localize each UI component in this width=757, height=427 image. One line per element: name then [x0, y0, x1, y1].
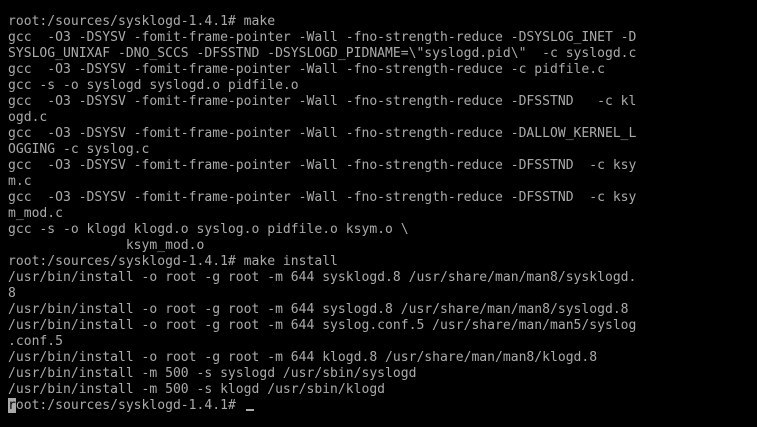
terminal-line: ksym_mod.o — [8, 238, 205, 253]
text-cursor-icon — [245, 409, 254, 411]
terminal-line: OGGING -c syslog.c — [8, 142, 150, 157]
terminal-line: gcc -O3 -DSYSV -fomit-frame-pointer -Wal… — [8, 62, 605, 77]
terminal-line: .conf.5 — [8, 334, 63, 349]
terminal-line: /usr/bin/install -o root -g root -m 644 … — [8, 350, 598, 365]
terminal-line: gcc -O3 -DSYSV -fomit-frame-pointer -Wal… — [8, 158, 637, 173]
terminal-screen[interactable]: root:/sources/sysklogd-1.4.1# make gcc -… — [0, 0, 757, 427]
terminal-line: /usr/bin/install -o root -g root -m 644 … — [8, 270, 637, 285]
terminal-line: m_mod.c — [8, 206, 63, 221]
terminal-line: gcc -O3 -DSYSV -fomit-frame-pointer -Wal… — [8, 126, 637, 141]
terminal-line: /usr/bin/install -o root -g root -m 644 … — [8, 318, 637, 333]
terminal-line: root:/sources/sysklogd-1.4.1# make — [8, 14, 276, 29]
cursor-block: r — [8, 398, 16, 413]
terminal-prompt-line[interactable]: root:/sources/sysklogd-1.4.1# — [8, 398, 254, 414]
terminal-line: gcc -O3 -DSYSV -fomit-frame-pointer -Wal… — [8, 30, 637, 45]
terminal-line: gcc -O3 -DSYSV -fomit-frame-pointer -Wal… — [8, 94, 637, 109]
terminal-line: root:/sources/sysklogd-1.4.1# make insta… — [8, 254, 338, 269]
terminal-line: 8 — [8, 286, 16, 301]
terminal-line: gcc -s -o syslogd syslogd.o pidfile.o — [8, 78, 299, 93]
terminal-line: /usr/bin/install -m 500 -s syslogd /usr/… — [8, 366, 417, 381]
terminal-line: m.c — [8, 174, 32, 189]
terminal-line: gcc -O3 -DSYSV -fomit-frame-pointer -Wal… — [8, 190, 637, 205]
prompt-text: oot:/sources/sysklogd-1.4.1# — [15, 398, 244, 413]
terminal-line: gcc -s -o klogd klogd.o syslog.o pidfile… — [8, 222, 409, 237]
terminal-line: /usr/bin/install -o root -g root -m 644 … — [8, 302, 629, 317]
terminal-line: /usr/bin/install -m 500 -s klogd /usr/sb… — [8, 382, 386, 397]
terminal-line: ogd.c — [8, 110, 48, 125]
terminal-line: SYSLOG_UNIXAF -DNO_SCCS -DFSSTND -DSYSLO… — [8, 46, 637, 61]
